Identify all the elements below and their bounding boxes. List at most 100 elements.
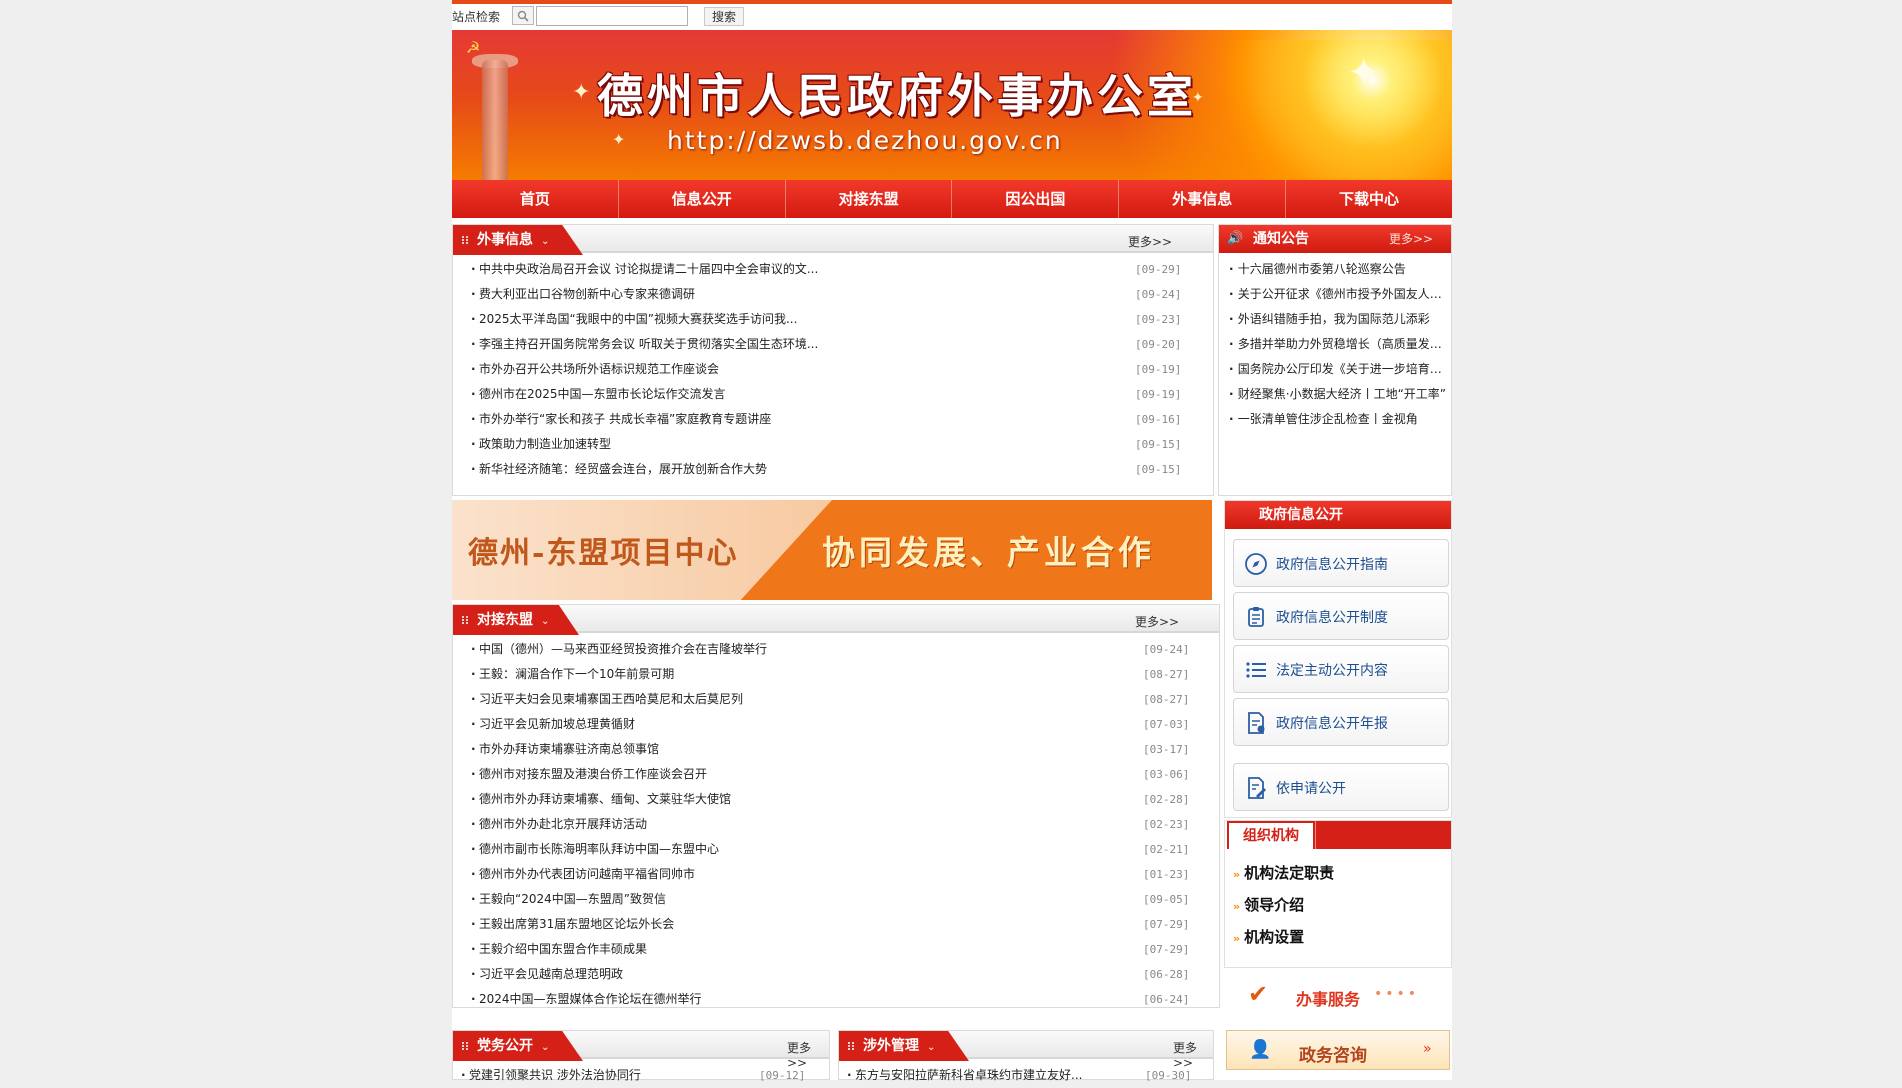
list-item[interactable]: 2025太平洋岛国“我眼中的中国”视频大赛获奖选手访问我... [09-23] bbox=[453, 307, 1213, 332]
chevron-down-icon: ⌄ bbox=[541, 1042, 550, 1053]
list-item[interactable]: 习近平会见越南总理范明政 [06-28] bbox=[453, 962, 1219, 987]
news-title[interactable]: 德州市外办代表团访问越南平福省同帅市 bbox=[471, 862, 695, 887]
more-link[interactable]: 更多>> bbox=[1389, 225, 1433, 253]
list-item[interactable]: » 领导介绍 bbox=[1233, 889, 1334, 921]
news-title[interactable]: 德州市副市长陈海明率队拜访中国—东盟中心 bbox=[471, 837, 719, 862]
list-item[interactable]: 市外办举行“家长和孩子 共成长幸福”家庭教育专题讲座 [09-16] bbox=[453, 407, 1213, 432]
list-item[interactable]: 2024中国—东盟媒体合作论坛在德州举行 [06-24] bbox=[453, 987, 1219, 1012]
list-item[interactable]: 习近平会见新加坡总理黄循财 [07-03] bbox=[453, 712, 1219, 737]
list-item[interactable]: 王毅向“2024中国—东盟周”致贺信 [09-05] bbox=[453, 887, 1219, 912]
list-item[interactable]: 德州市外办代表团访问越南平福省同帅市 [01-23] bbox=[453, 862, 1219, 887]
list-item[interactable]: 十六届德州市委第八轮巡察公告 bbox=[1229, 257, 1447, 282]
nav-home[interactable]: 首页 bbox=[452, 180, 619, 218]
news-date: [09-20] bbox=[1135, 338, 1182, 351]
news-date: [07-29] bbox=[1143, 943, 1190, 956]
org-link[interactable]: 领导介绍 bbox=[1244, 896, 1304, 914]
news-title[interactable]: 习近平会见越南总理范明政 bbox=[471, 962, 623, 987]
gov-annual-report-button[interactable]: 政府信息公开年报 bbox=[1233, 698, 1449, 746]
news-date: [02-21] bbox=[1143, 843, 1190, 856]
list-item[interactable]: » 机构设置 bbox=[1233, 921, 1334, 953]
sparkle-icon: ✦ bbox=[572, 80, 591, 105]
news-title[interactable]: 王毅介绍中国东盟合作丰硕成果 bbox=[471, 937, 647, 962]
news-title[interactable]: 新华社经济随笔：经贸盛会连台，展开放创新合作大势 bbox=[471, 457, 767, 482]
search-icon bbox=[512, 6, 534, 25]
nav-asean[interactable]: 对接东盟 bbox=[786, 180, 953, 218]
edit-document-icon bbox=[1248, 777, 1266, 799]
news-title[interactable]: 中国（德州）—马来西亚经贸投资推介会在吉隆坡举行 bbox=[471, 637, 767, 662]
nav-foreign-affairs[interactable]: 外事信息 bbox=[1119, 180, 1287, 218]
gov-guide-button[interactable]: 政府信息公开指南 bbox=[1233, 539, 1449, 587]
news-title[interactable]: 2024中国—东盟媒体合作论坛在德州举行 bbox=[471, 987, 702, 1012]
news-date: [09-30] bbox=[1145, 1069, 1192, 1082]
list-item[interactable]: 一张清单管住涉企乱检查丨金视角 bbox=[1229, 407, 1447, 432]
list-item[interactable]: 新华社经济随笔：经贸盛会连台，展开放创新合作大势 [09-15] bbox=[453, 457, 1213, 482]
news-title[interactable]: 李强主持召开国务院常务会议 听取关于贯彻落实全国生态环境... bbox=[471, 332, 818, 357]
list-item[interactable]: 费大利亚出口谷物创新中心专家来德调研 [09-24] bbox=[453, 282, 1213, 307]
list-item[interactable]: 中国（德州）—马来西亚经贸投资推介会在吉隆坡举行 [09-24] bbox=[453, 637, 1219, 662]
nav-info-disclosure[interactable]: 信息公开 bbox=[619, 180, 786, 218]
list-item[interactable]: 关于公开征求《德州市授予外国友人荣誉市民称号办法》意见 bbox=[1229, 282, 1447, 307]
list-item[interactable]: 王毅介绍中国东盟合作丰硕成果 [07-29] bbox=[453, 937, 1219, 962]
search-button[interactable]: 搜索 bbox=[704, 7, 744, 26]
list-item[interactable]: 多措并举助力外贸稳增长（高质量发展） bbox=[1229, 332, 1447, 357]
news-title[interactable]: 政策助力制造业加速转型 bbox=[471, 432, 611, 457]
service-banner[interactable]: ✔ 办事服务 •••• bbox=[1224, 970, 1452, 1024]
list-item[interactable]: 市外办拜访柬埔寨驻济南总领事馆 [03-17] bbox=[453, 737, 1219, 762]
gov-apply-button[interactable]: 依申请公开 bbox=[1233, 763, 1449, 811]
list-item[interactable]: 政策助力制造业加速转型 [09-15] bbox=[453, 432, 1213, 457]
news-title[interactable]: 东方与安阳拉萨新科省卓珠约市建立友好... bbox=[847, 1063, 1082, 1088]
news-title[interactable]: 党建引领聚共识 涉外法治协同行 bbox=[461, 1063, 641, 1088]
list-item[interactable]: » 机构法定职责 bbox=[1233, 857, 1334, 889]
news-title[interactable]: 市外办召开公共场所外语标识规范工作座谈会 bbox=[471, 357, 719, 382]
gov-active-content-button[interactable]: 法定主动公开内容 bbox=[1233, 645, 1449, 693]
double-chevron-icon: » bbox=[1233, 932, 1241, 945]
news-title[interactable]: 王毅：澜湄合作下一个10年前景可期 bbox=[471, 662, 674, 687]
news-date: [09-15] bbox=[1135, 463, 1182, 476]
list-item[interactable]: 习近平夫妇会见柬埔寨国王西哈莫尼和太后莫尼列 [08-27] bbox=[453, 687, 1219, 712]
list-item[interactable]: 李强主持召开国务院常务会议 听取关于贯彻落实全国生态环境... [09-20] bbox=[453, 332, 1213, 357]
org-link[interactable]: 机构法定职责 bbox=[1244, 864, 1334, 882]
news-title[interactable]: 市外办拜访柬埔寨驻济南总领事馆 bbox=[471, 737, 659, 762]
org-link[interactable]: 机构设置 bbox=[1244, 928, 1304, 946]
news-title[interactable]: 2025太平洋岛国“我眼中的中国”视频大赛获奖选手访问我... bbox=[471, 307, 797, 332]
list-item[interactable]: 德州市在2025中国—东盟市长论坛作交流发言 [09-19] bbox=[453, 382, 1213, 407]
news-title[interactable]: 中共中央政治局召开会议 讨论拟提请二十届四中全会审议的文... bbox=[471, 257, 818, 282]
news-title[interactable]: 德州市在2025中国—东盟市长论坛作交流发言 bbox=[471, 382, 726, 407]
gov-regulation-button[interactable]: 政府信息公开制度 bbox=[1233, 592, 1449, 640]
banner-light-flare bbox=[1152, 40, 1452, 180]
news-title[interactable]: 德州市对接东盟及港澳台侨工作座谈会召开 bbox=[471, 762, 707, 787]
main-nav: 首页 信息公开 对接东盟 因公出国 外事信息 下载中心 bbox=[452, 180, 1452, 218]
news-title[interactable]: 习近平夫妇会见柬埔寨国王西哈莫尼和太后莫尼列 bbox=[471, 687, 743, 712]
list-item[interactable]: 王毅出席第31届东盟地区论坛外长会 [07-29] bbox=[453, 912, 1219, 937]
dots-icon bbox=[848, 1042, 854, 1050]
list-item[interactable]: 德州市对接东盟及港澳台侨工作座谈会召开 [03-06] bbox=[453, 762, 1219, 787]
news-title[interactable]: 王毅出席第31届东盟地区论坛外长会 bbox=[471, 912, 674, 937]
list-item[interactable]: 外语纠错随手拍，我为国际范儿添彩 bbox=[1229, 307, 1447, 332]
site-title: 德州市人民政府外事办公室 bbox=[597, 69, 1197, 123]
more-link[interactable]: 更多>> bbox=[1128, 233, 1172, 250]
news-title[interactable]: 德州市外办赴北京开展拜访活动 bbox=[471, 812, 647, 837]
nav-downloads[interactable]: 下载中心 bbox=[1286, 180, 1452, 218]
news-title[interactable]: 市外办举行“家长和孩子 共成长幸福”家庭教育专题讲座 bbox=[471, 407, 771, 432]
list-item[interactable]: 中共中央政治局召开会议 讨论拟提请二十届四中全会审议的文... [09-29] bbox=[453, 257, 1213, 282]
news-title[interactable]: 费大利亚出口谷物创新中心专家来德调研 bbox=[471, 282, 695, 307]
list-item[interactable]: 市外办召开公共场所外语标识规范工作座谈会 [09-19] bbox=[453, 357, 1213, 382]
speaker-icon: 🔊 bbox=[1227, 231, 1244, 246]
list-item[interactable]: 财经聚焦·小数据大经济丨工地“开工率” bbox=[1229, 382, 1447, 407]
list-item[interactable]: 王毅：澜湄合作下一个10年前景可期 [08-27] bbox=[453, 662, 1219, 687]
list-item[interactable]: 东方与安阳拉萨新科省卓珠约市建立友好... [09-30] bbox=[839, 1063, 1213, 1088]
news-title[interactable]: 王毅向“2024中国—东盟周”致贺信 bbox=[471, 887, 666, 912]
banner-right-text: 协同发展、产业合作 bbox=[822, 533, 1155, 572]
asean-project-banner[interactable]: 德州-东盟项目中心 协同发展、产业合作 bbox=[452, 500, 1212, 600]
nav-official-travel[interactable]: 因公出国 bbox=[952, 180, 1120, 218]
list-item[interactable]: 德州市外办拜访柬埔寨、缅甸、文莱驻华大使馆 [02-28] bbox=[453, 787, 1219, 812]
more-link[interactable]: 更多>> bbox=[1135, 613, 1179, 630]
news-title[interactable]: 习近平会见新加坡总理黄循财 bbox=[471, 712, 635, 737]
news-title[interactable]: 德州市外办拜访柬埔寨、缅甸、文莱驻华大使馆 bbox=[471, 787, 731, 812]
search-input[interactable] bbox=[536, 6, 688, 26]
list-item[interactable]: 德州市外办赴北京开展拜访活动 [02-23] bbox=[453, 812, 1219, 837]
consult-banner[interactable]: 👤 政务咨询 » bbox=[1226, 1030, 1450, 1070]
list-item[interactable]: 德州市副市长陈海明率队拜访中国—东盟中心 [02-21] bbox=[453, 837, 1219, 862]
list-item[interactable]: 国务院办公厅印发《关于进一步培育新增长点繁荣文化和旅游》 bbox=[1229, 357, 1447, 382]
list-item[interactable]: 党建引领聚共识 涉外法治协同行 [09-12] bbox=[453, 1063, 829, 1088]
